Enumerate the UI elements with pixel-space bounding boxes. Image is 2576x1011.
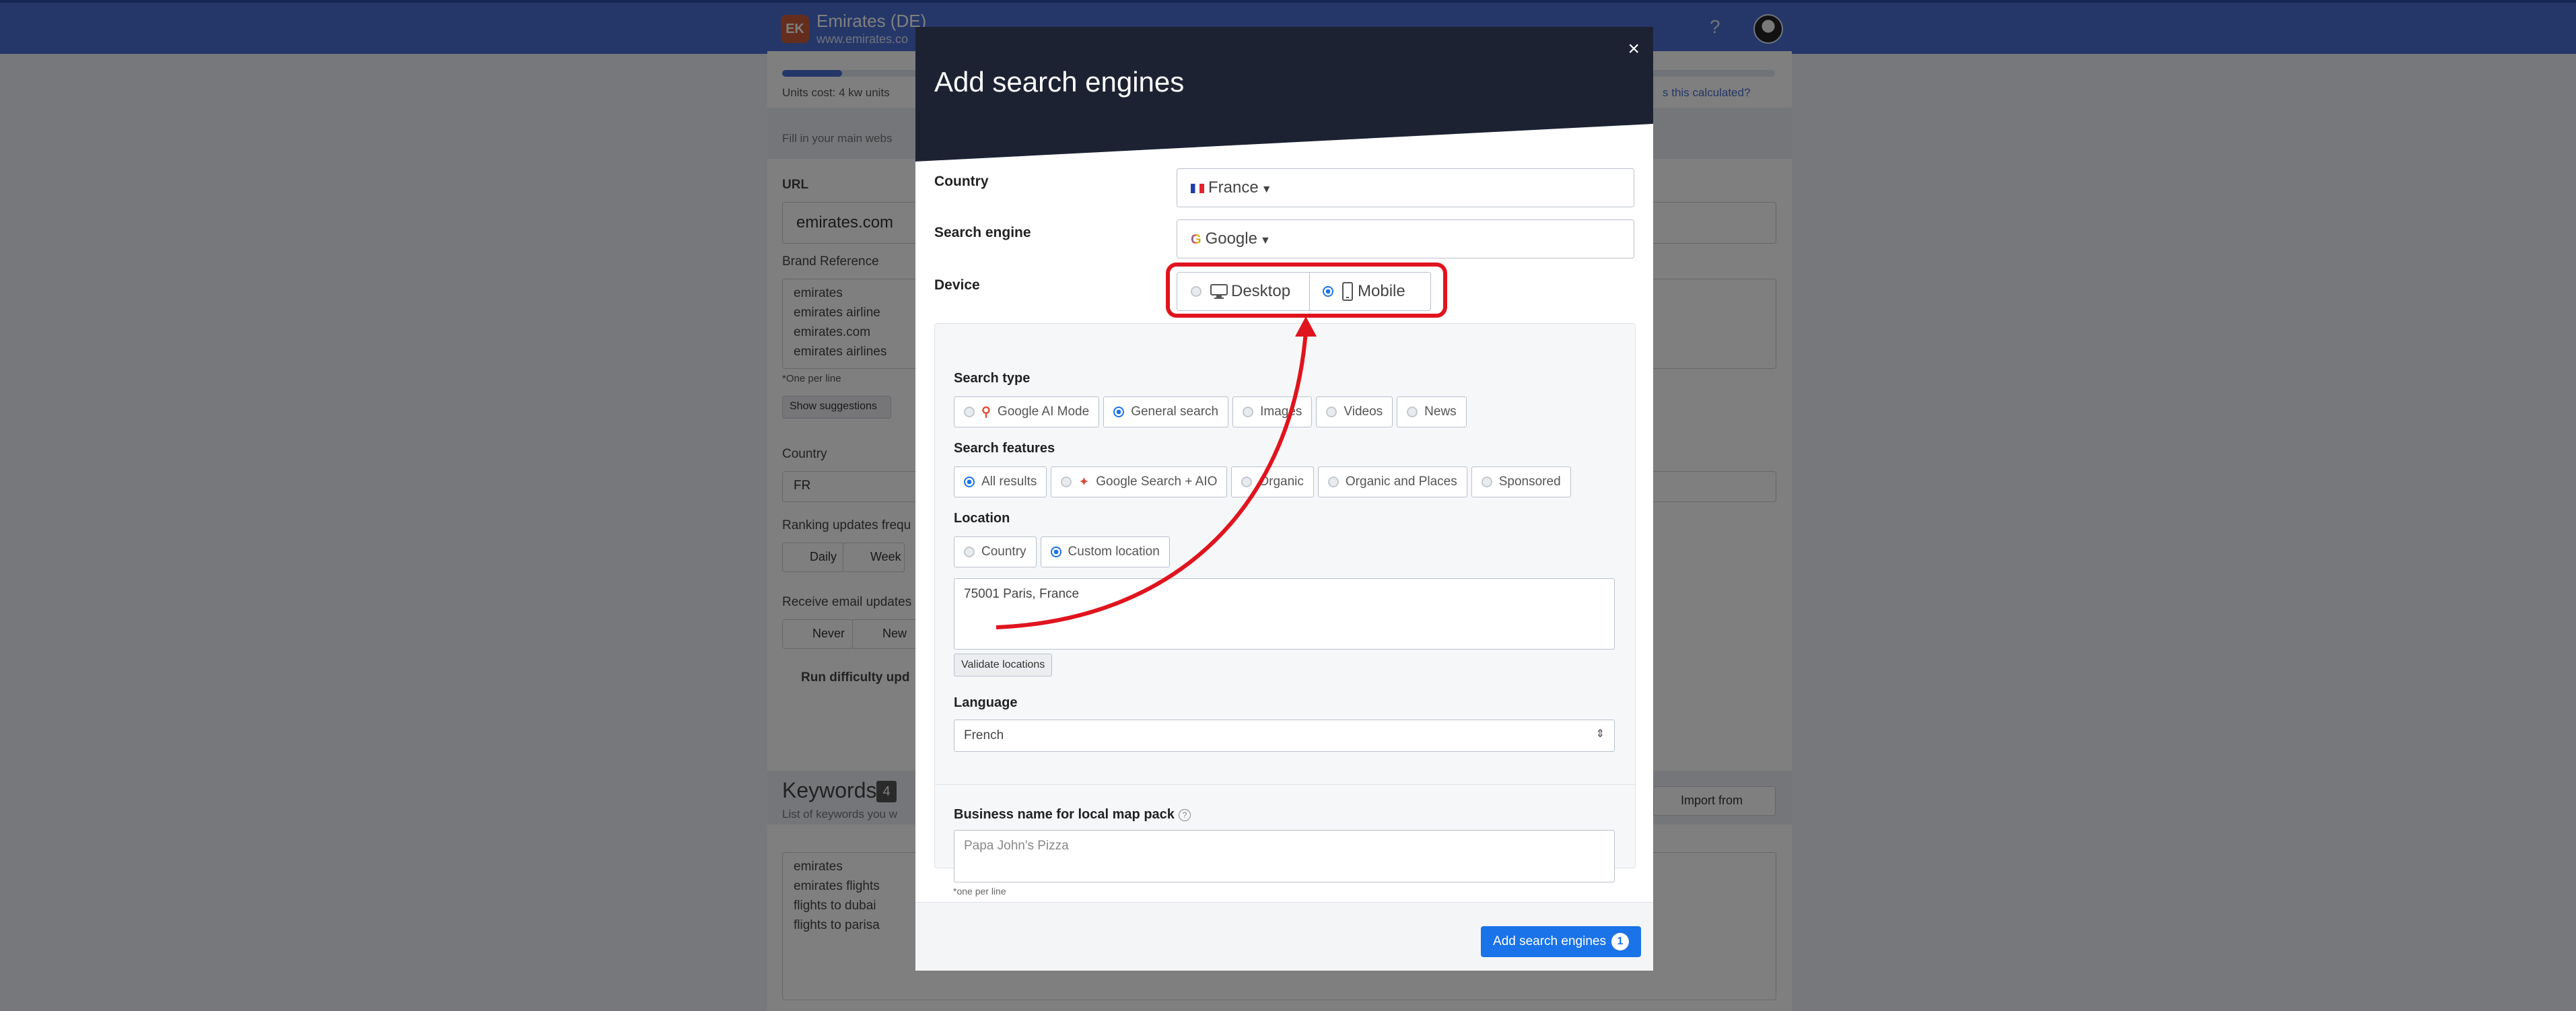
annotation-arrow [996,316,1317,629]
